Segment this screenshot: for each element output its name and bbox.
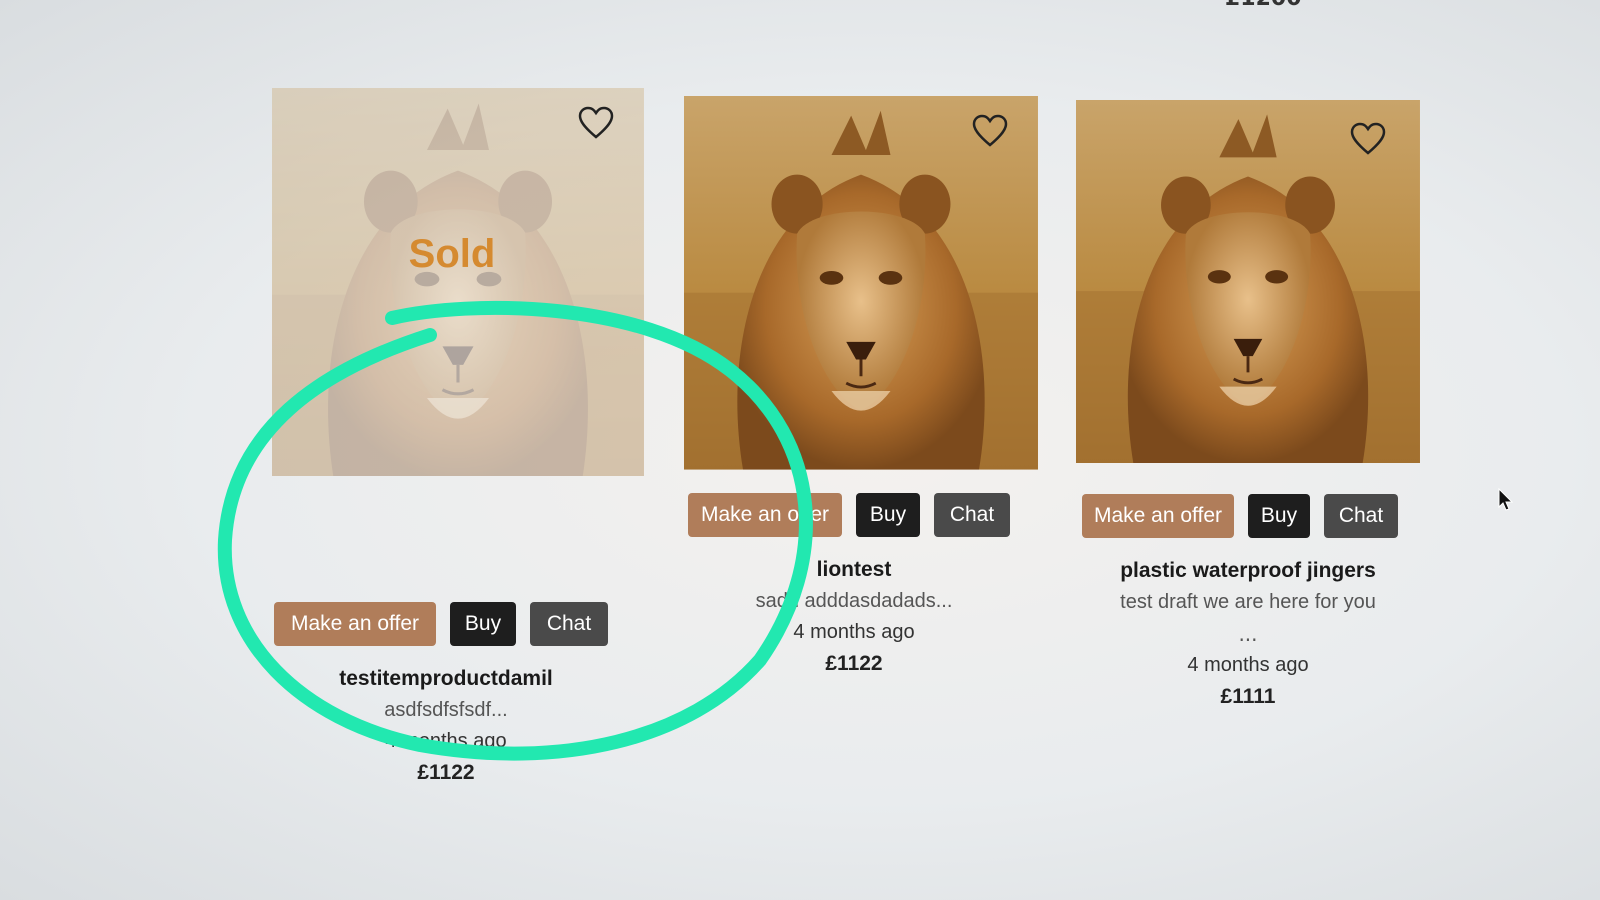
- product-price: £1111: [1220, 685, 1276, 708]
- product-image[interactable]: [272, 88, 644, 476]
- buy-button[interactable]: Buy: [856, 493, 920, 537]
- product-description: test draft we are here for you: [1120, 591, 1376, 613]
- favorite-heart-icon[interactable]: [1350, 122, 1386, 156]
- product-image[interactable]: [684, 96, 1038, 476]
- buy-button[interactable]: Buy: [450, 602, 516, 646]
- favorite-heart-icon[interactable]: [578, 106, 614, 140]
- mouse-cursor-icon: [1498, 488, 1514, 511]
- product-image[interactable]: [1076, 100, 1420, 478]
- product-age: 4 months ago: [385, 730, 507, 752]
- product-age: 4 months ago: [1187, 654, 1309, 676]
- make-offer-button[interactable]: Make an offer: [274, 602, 436, 646]
- product-ellipsis: ...: [1238, 622, 1258, 646]
- buy-button[interactable]: Buy: [1248, 494, 1310, 538]
- sold-badge: Sold: [408, 232, 496, 276]
- top-item-price: £1200: [1225, 0, 1302, 11]
- make-offer-button[interactable]: Make an offer: [688, 493, 842, 537]
- chat-button[interactable]: Chat: [1324, 494, 1398, 538]
- product-age: 4 months ago: [793, 621, 915, 643]
- product-title[interactable]: plastic waterproof jingers: [1058, 559, 1438, 583]
- product-price: £1122: [417, 761, 475, 784]
- favorite-heart-icon[interactable]: [972, 114, 1008, 148]
- make-offer-button[interactable]: Make an offer: [1082, 494, 1234, 538]
- product-title[interactable]: liontest: [664, 558, 1044, 582]
- product-title[interactable]: testitemproductdamil: [256, 667, 636, 691]
- chat-button[interactable]: Chat: [530, 602, 608, 646]
- chat-button[interactable]: Chat: [934, 493, 1010, 537]
- product-description: asdfsdfsfsdf...: [384, 699, 508, 721]
- product-price: £1122: [825, 652, 883, 675]
- product-description: sadd adddasdadads...: [755, 590, 953, 612]
